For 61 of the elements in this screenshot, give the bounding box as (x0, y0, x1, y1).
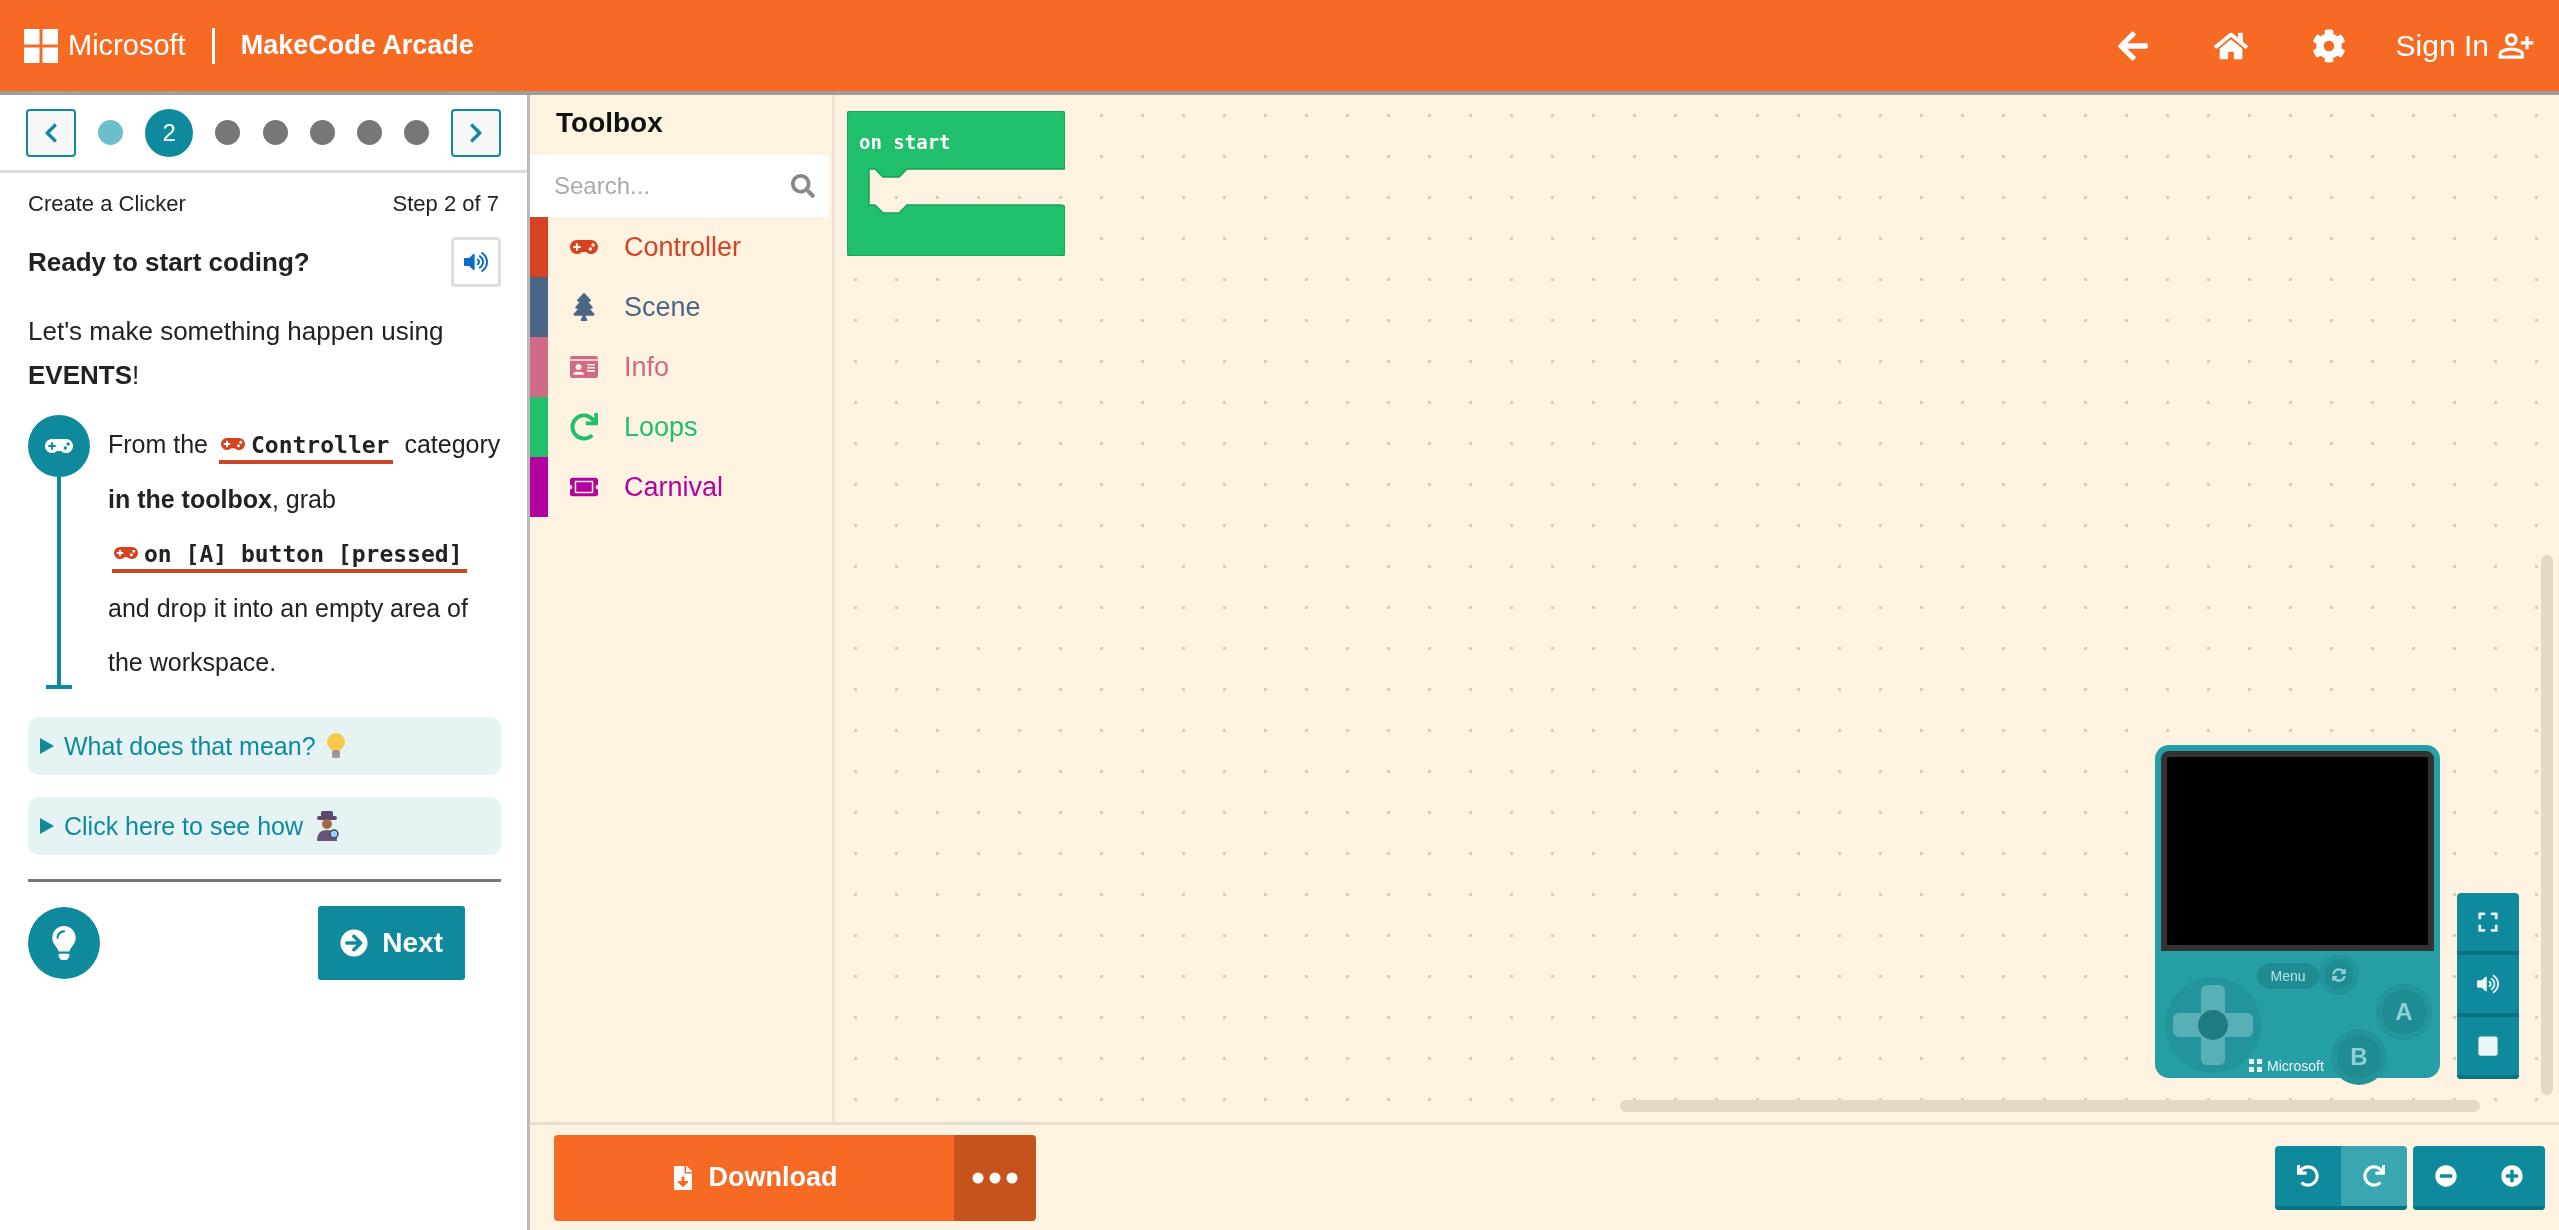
lightbulb-icon (325, 732, 346, 760)
step-heading: Ready to start coding? (28, 246, 310, 278)
block-reference: Controller (219, 430, 394, 464)
step-dot[interactable] (98, 120, 124, 145)
hint-expander[interactable]: What does that mean? (28, 717, 501, 775)
step-dot[interactable] (215, 120, 241, 145)
next-button[interactable]: Next (318, 906, 465, 980)
app-title: MakeCode Arcade (240, 30, 474, 61)
mute-button[interactable] (2457, 955, 2519, 1017)
more-button[interactable] (954, 1134, 1036, 1221)
next-step-button[interactable] (451, 108, 501, 157)
speaker-icon (464, 250, 488, 274)
fullscreen-icon (2477, 911, 2499, 933)
caret-icon (40, 738, 54, 754)
step-dot[interactable] (309, 120, 335, 145)
hint-expander[interactable]: Click here to see how (28, 797, 501, 855)
zoom-out-button[interactable] (2413, 1145, 2479, 1210)
step-dot[interactable] (262, 120, 288, 145)
step-dot[interactable]: 2 (145, 108, 194, 157)
ellipsis-icon (972, 1171, 1018, 1184)
zoom-out-icon (2435, 1164, 2457, 1187)
tutorial-name: Create a Clicker (28, 191, 186, 217)
toolbox-category[interactable]: Loops (530, 397, 832, 457)
brand-name: Microsoft (68, 29, 186, 62)
stop-icon (2477, 1035, 2499, 1057)
read-aloud-button[interactable] (451, 237, 501, 287)
intro-text: Let's make something happen using EVENTS! (28, 315, 445, 392)
event-block[interactable] (847, 111, 1065, 256)
block-reference: on [A] button [pressed] (112, 539, 467, 573)
windows-logo-icon (24, 28, 58, 63)
fullscreen-button[interactable] (2457, 893, 2519, 955)
instruction-text: From the Controller category in the toolbox, grab on [A] button [pressed] and drop it into an empty area of the workspace. (108, 429, 502, 678)
undo-button[interactable] (2275, 1145, 2341, 1210)
block-label: on start (859, 131, 951, 153)
previous-step-button[interactable] (26, 108, 76, 157)
console-brand: Microsoft (2267, 1058, 2324, 1074)
undo-icon (2297, 1164, 2319, 1187)
step-dot[interactable] (356, 120, 382, 145)
menu-button[interactable]: Menu (2257, 963, 2319, 989)
toolbox-category[interactable]: Carnival (530, 457, 832, 517)
speaker-icon (2477, 973, 2499, 995)
step-counter: Step 2 of 7 (392, 191, 499, 217)
caret-icon (40, 818, 54, 834)
search-field[interactable]: Search... (530, 155, 829, 217)
toolbox-category[interactable]: Info (530, 337, 832, 397)
toolbox-category[interactable]: Controller (530, 217, 832, 277)
windows-logo-icon (2249, 1059, 2262, 1072)
vertical-scrollbar[interactable] (2541, 555, 2553, 1095)
arrow-right-icon (340, 929, 369, 957)
download-button[interactable]: Download (554, 1134, 954, 1221)
horizontal-scrollbar[interactable] (1620, 1100, 2480, 1112)
toolbox-category[interactable]: Scene (530, 277, 832, 337)
step-dot[interactable] (403, 120, 429, 145)
redo-icon (2363, 1164, 2385, 1187)
zoom-in-icon (2501, 1164, 2523, 1187)
search-icon (791, 174, 815, 198)
toolbox-title: Toolbox (555, 106, 664, 140)
sign-in-button[interactable]: Sign In (2395, 26, 2535, 65)
refresh-icon (2332, 968, 2346, 982)
stop-button[interactable] (2457, 1017, 2519, 1079)
zoom-in-button[interactable] (2479, 1145, 2545, 1210)
